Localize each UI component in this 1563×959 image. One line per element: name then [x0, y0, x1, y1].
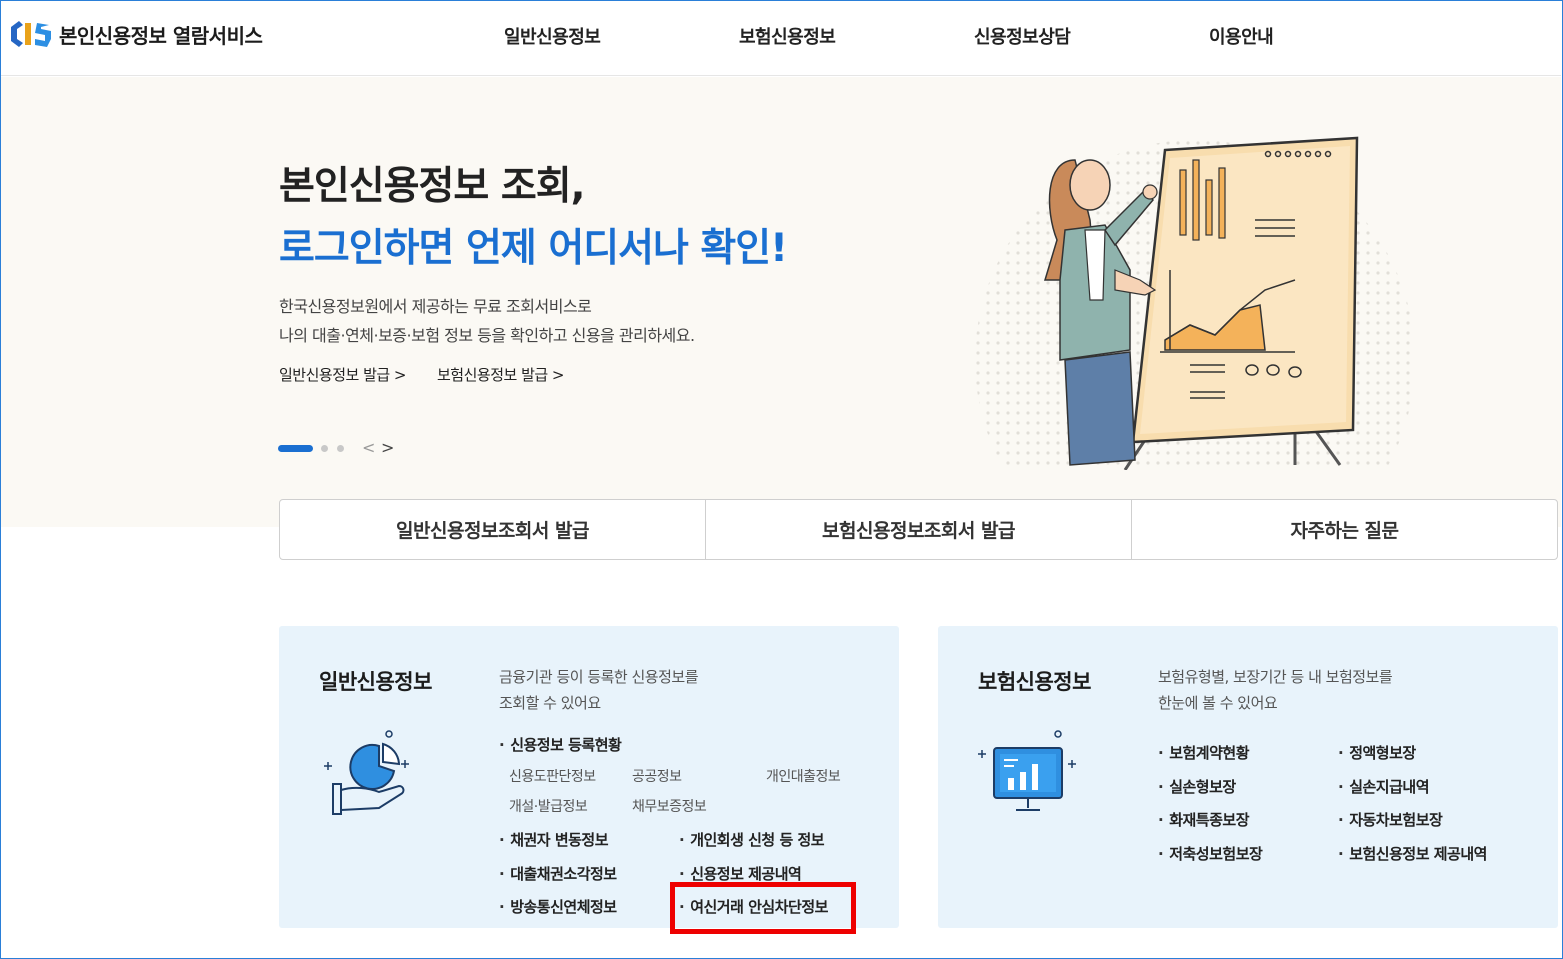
site-logo[interactable]: 본인신용정보 열람서비스 [9, 17, 263, 51]
savings-insurance-coverage[interactable]: 저축성보험보장 [1158, 843, 1263, 864]
monitor-chart-icon [978, 730, 1076, 811]
carousel-indicator[interactable] [321, 445, 328, 452]
hero-subtitle: 로그인하면 언제 어디서나 확인! [279, 226, 788, 271]
nav-credit-consulting[interactable]: 신용정보상담 [974, 23, 1071, 49]
presenter-illustration [975, 136, 1415, 470]
sub-item-debt-guarantee[interactable]: 채무보증정보 [632, 796, 707, 816]
credit-registration-status[interactable]: 신용정보 등록현황 [499, 734, 622, 755]
card-description-line1: 금융기관 등이 등록한 신용정보를 [499, 668, 699, 686]
general-credit-issue-link[interactable]: 일반신용정보 발급 > [279, 364, 407, 385]
header: 본인신용정보 열람서비스 일반신용정보 보험신용정보 신용정보상담 이용안내 [1, 1, 1561, 76]
site-title: 본인신용정보 열람서비스 [59, 23, 263, 48]
nav-guide[interactable]: 이용안내 [1209, 23, 1274, 49]
general-credit-report-button[interactable]: 일반신용정보조회서 발급 [280, 500, 705, 559]
sub-item-credit-judgment[interactable]: 신용도판단정보 [509, 766, 596, 786]
insurance-info-provision-history[interactable]: 보험신용정보 제공내역 [1338, 843, 1487, 864]
cis-logo-icon [11, 21, 51, 47]
card-title: 보험신용정보 [978, 670, 1091, 694]
credit-info-provision-history[interactable]: 신용정보 제공내역 [679, 863, 802, 884]
card-description-line2: 조회할 수 있어요 [499, 694, 601, 712]
auto-insurance-coverage[interactable]: 자동차보험보장 [1338, 809, 1443, 830]
carousel-next-button[interactable]: > [381, 438, 394, 457]
loan-bond-write-off-info[interactable]: 대출채권소각정보 [499, 863, 617, 884]
card-title: 일반신용정보 [319, 670, 432, 694]
nav-general-credit[interactable]: 일반신용정보 [504, 23, 601, 49]
carousel-indicator-active[interactable] [278, 445, 313, 452]
nav-insurance-credit[interactable]: 보험신용정보 [739, 23, 836, 49]
hero-title: 본인신용정보 조회, [279, 164, 585, 209]
indemnity-payment-history[interactable]: 실손지급내역 [1338, 776, 1429, 797]
hand-pie-chart-icon [324, 730, 409, 815]
card-description-line2: 한눈에 볼 수 있어요 [1158, 694, 1278, 712]
insurance-credit-card: 보험신용정보 보험유형별, 보장기간 등 내 보험정보를 한눈에 볼 수 있어요… [938, 626, 1558, 928]
sub-item-open-issue[interactable]: 개설·발급정보 [509, 796, 588, 816]
indemnity-coverage[interactable]: 실손형보장 [1158, 776, 1236, 797]
faq-button[interactable]: 자주하는 질문 [1131, 500, 1557, 559]
hero-description-line1: 한국신용정보원에서 제공하는 무료 조회서비스로 [279, 297, 592, 316]
telecom-delinquency-info[interactable]: 방송통신연체정보 [499, 896, 617, 917]
fixed-benefit-coverage[interactable]: 정액형보장 [1338, 742, 1416, 763]
sub-item-public-info[interactable]: 공공정보 [632, 766, 682, 786]
quick-menu: 일반신용정보조회서 발급 보험신용정보조회서 발급 자주하는 질문 [279, 499, 1558, 560]
fire-special-coverage[interactable]: 화재특종보장 [1158, 809, 1249, 830]
sub-item-personal-loan[interactable]: 개인대출정보 [766, 766, 841, 786]
carousel-indicator[interactable] [337, 445, 344, 452]
rehabilitation-application-info[interactable]: 개인회생 신청 등 정보 [679, 829, 824, 850]
carousel-prev-button[interactable]: < [362, 438, 375, 457]
insurance-contract-status[interactable]: 보험계약현황 [1158, 742, 1249, 763]
insurance-credit-issue-link[interactable]: 보험신용정보 발급 > [437, 364, 565, 385]
creditor-change-info[interactable]: 채권자 변동정보 [499, 829, 608, 850]
insurance-credit-report-button[interactable]: 보험신용정보조회서 발급 [705, 500, 1131, 559]
highlight-box [670, 882, 856, 934]
hero-description-line2: 나의 대출·연체·보증·보험 정보 등을 확인하고 신용을 관리하세요. [279, 326, 695, 345]
card-description-line1: 보험유형별, 보장기간 등 내 보험정보를 [1158, 668, 1393, 686]
